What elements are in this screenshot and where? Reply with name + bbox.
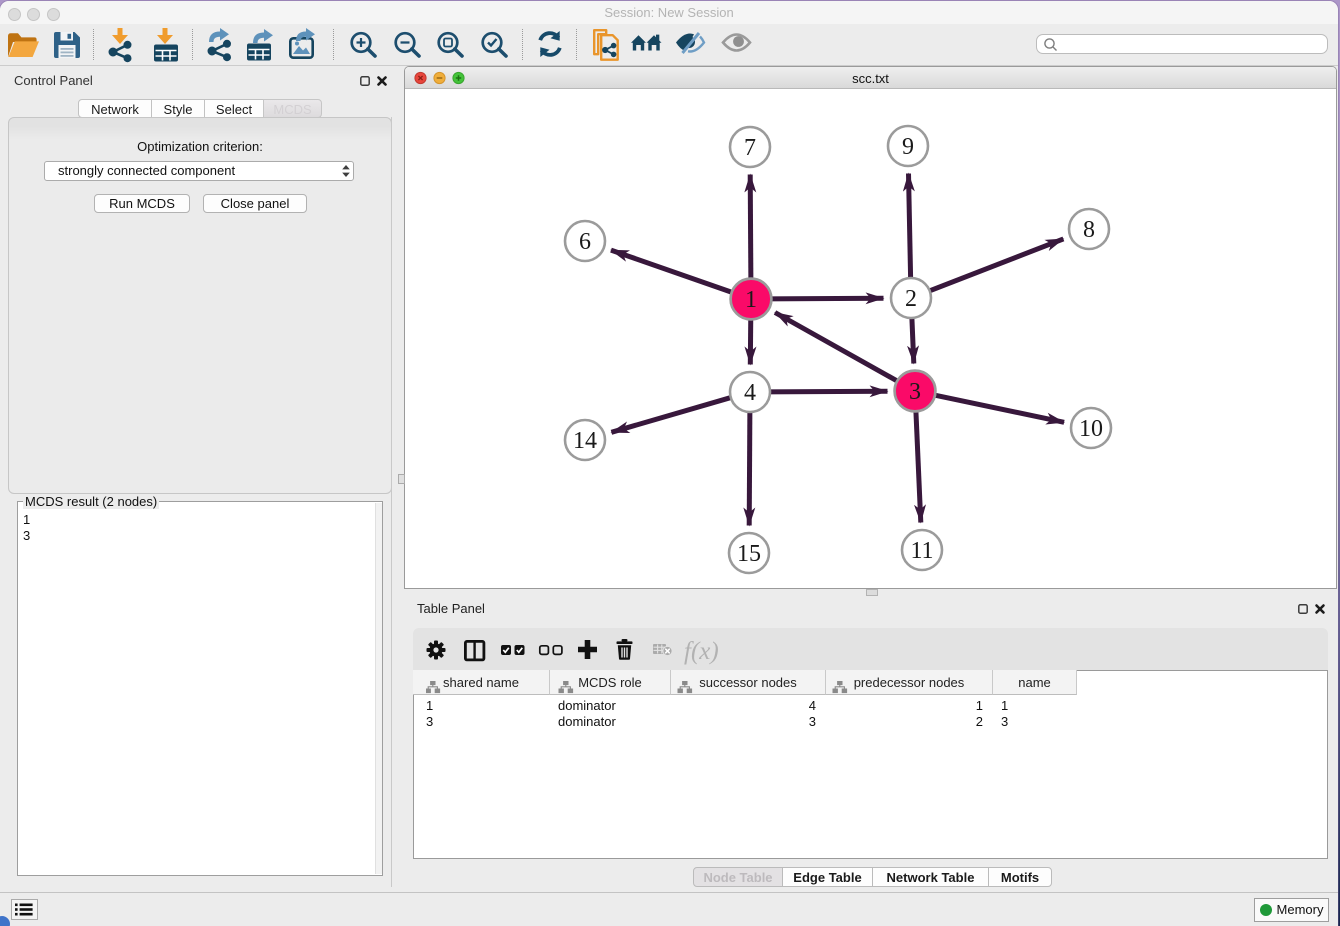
svg-text:7: 7	[744, 135, 756, 161]
svg-text:f(x): f(x)	[684, 638, 719, 665]
svg-text:9: 9	[902, 134, 914, 160]
svg-text:14: 14	[573, 428, 597, 454]
svg-text:15: 15	[737, 541, 761, 567]
svg-text:11: 11	[910, 538, 933, 564]
svg-text:4: 4	[744, 380, 756, 406]
svg-text:10: 10	[1079, 416, 1103, 442]
svg-text:2: 2	[905, 286, 917, 312]
svg-text:6: 6	[579, 229, 591, 255]
svg-text:3: 3	[909, 379, 921, 405]
svg-text:8: 8	[1083, 217, 1095, 243]
svg-text:1: 1	[745, 287, 757, 313]
